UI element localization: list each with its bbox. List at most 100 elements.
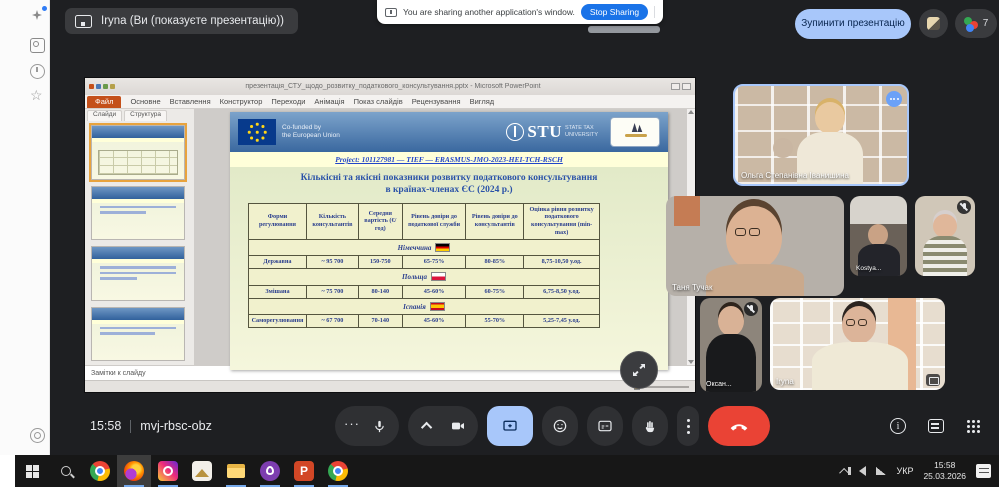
history-icon[interactable]: [30, 64, 45, 79]
stu-acronym: STU: [527, 122, 562, 142]
video-tile-participant[interactable]: [915, 196, 975, 276]
participant-name: Iryna: [776, 377, 794, 386]
taskbar-app-chrome[interactable]: [83, 455, 117, 487]
activities-grid-icon[interactable]: [966, 419, 981, 434]
taskbar-app-powerpoint[interactable]: P: [287, 455, 321, 487]
panel-tab-outline[interactable]: Структура: [124, 110, 167, 121]
ai-sparkle-icon[interactable]: [30, 8, 45, 23]
bookmark-star-icon[interactable]: ☆: [30, 88, 45, 103]
meeting-code: mvj-rbsc-obz: [140, 419, 212, 433]
mic-control-pill[interactable]: ···: [335, 406, 399, 446]
ribbon-tab-insert[interactable]: Вставлення: [170, 97, 211, 106]
camera-icon[interactable]: [443, 418, 473, 434]
slide-table: Форми регулювання Кількість консультанті…: [248, 203, 600, 329]
windows-logo-icon: [26, 465, 39, 478]
ppt-ribbon-tabs: Файл Основне Вставлення Конструктор Пере…: [85, 95, 695, 109]
partner-logo: [610, 117, 660, 147]
chrome-icon: [90, 461, 110, 481]
minimize-button[interactable]: [671, 83, 680, 90]
participants-badge[interactable]: 7: [955, 9, 997, 38]
ribbon-tab-home[interactable]: Основне: [130, 97, 160, 106]
raise-hand-button[interactable]: [632, 406, 668, 446]
chrome-icon: [328, 461, 348, 481]
ribbon-tab-transitions[interactable]: Переходи: [271, 97, 305, 106]
ribbon-tab-file[interactable]: Файл: [87, 96, 121, 108]
screen-share-indicator-icon: [926, 374, 940, 386]
ribbon-tab-slideshow[interactable]: Показ слайдів: [354, 97, 403, 106]
system-tray: УКР 15:58 25.03.2026: [842, 460, 999, 481]
tile-options-button[interactable]: [886, 91, 902, 107]
more-options-button[interactable]: [677, 406, 699, 446]
slide-title: Кількісні та якісні показники розвитку п…: [240, 172, 658, 197]
expand-presentation-button[interactable]: [620, 351, 658, 389]
eu-funding-line2: the European Union: [282, 132, 340, 139]
taskbar-app-instagram[interactable]: [151, 455, 185, 487]
instagram-icon: [158, 461, 178, 481]
video-tile-oksana[interactable]: Оксан...: [700, 298, 762, 392]
slide-thumbnail-selected[interactable]: [91, 125, 185, 180]
participant-body: [812, 342, 908, 390]
file-explorer-icon: [226, 461, 246, 481]
table-row: Змішана~ 75 70080-14045-60%60-75%6,75-8,…: [249, 285, 600, 298]
panel-tab-slides[interactable]: Слайди: [87, 110, 122, 121]
volume-icon[interactable]: [859, 466, 866, 476]
slide-thumbnail[interactable]: [91, 246, 185, 301]
action-center-icon[interactable]: [976, 464, 991, 478]
participant-face: [868, 224, 888, 246]
slide-thumbnail[interactable]: [91, 186, 185, 241]
reactions-button[interactable]: [542, 406, 578, 446]
taskbar-search-button[interactable]: [49, 455, 83, 487]
taskbar-app-viber[interactable]: [253, 455, 287, 487]
zoom-slider[interactable]: [643, 386, 689, 388]
camera-options-chevron-icon[interactable]: [413, 422, 443, 430]
end-call-button[interactable]: [708, 406, 770, 446]
participant-face: [718, 306, 744, 336]
meeting-details-icon[interactable]: i: [890, 418, 906, 434]
notes-placeholder: Замітки к слайду: [91, 370, 146, 377]
screenshot-icon[interactable]: [30, 38, 45, 53]
slide-thumbnail[interactable]: [91, 307, 185, 362]
poland-flag-icon: [431, 272, 446, 281]
slide-thumbnail-panel: Слайди Структура: [85, 109, 195, 365]
close-button[interactable]: [682, 83, 691, 90]
network-icon[interactable]: [876, 467, 886, 475]
video-tile-tanya[interactable]: Таня Тучак: [666, 196, 844, 296]
taskbar-app-chrome-2[interactable]: [321, 455, 355, 487]
mic-muted-icon: [744, 302, 758, 316]
present-now-button-active[interactable]: [487, 406, 533, 446]
ribbon-tab-animations[interactable]: Анімація: [314, 97, 344, 106]
camera-control-pill[interactable]: [408, 406, 478, 446]
stop-sharing-button[interactable]: Stop Sharing: [581, 4, 648, 20]
mic-icon[interactable]: [364, 419, 394, 434]
taskbar-app-photos[interactable]: [185, 455, 219, 487]
present-screen-icon: [75, 15, 92, 28]
stop-presentation-button[interactable]: Зупинити презентацію: [795, 9, 911, 39]
search-icon: [61, 466, 71, 476]
stu-logo: STU STATE TAX UNIVERSITY: [506, 122, 598, 142]
ribbon-tab-view[interactable]: Вигляд: [470, 97, 495, 106]
video-tile-iryna[interactable]: Iryna: [770, 298, 945, 390]
captions-button[interactable]: [587, 406, 623, 446]
participant-name: Оксан...: [706, 381, 732, 388]
backgrounds-effects-button[interactable]: [919, 9, 948, 38]
mic-options-icon[interactable]: ···: [340, 416, 364, 437]
language-indicator[interactable]: УКР: [896, 466, 913, 476]
presenting-label: Iryna (Ви (показуєте презентацію)): [101, 15, 284, 27]
taskbar-app-explorer[interactable]: [219, 455, 253, 487]
powerpoint-icon: P: [294, 461, 314, 481]
video-tile-kostya[interactable]: Kostya...: [850, 196, 907, 276]
settings-gear-icon[interactable]: [30, 428, 45, 443]
mic-muted-icon: [957, 200, 971, 214]
taskbar-clock[interactable]: 15:58 25.03.2026: [923, 460, 966, 481]
spain-flag-icon: [430, 302, 445, 311]
project-strip: Project: 101127981 — TIEF — ERASMUS-JMO-…: [230, 152, 668, 167]
taskbar-app-firefox[interactable]: [117, 455, 151, 487]
ribbon-tab-design[interactable]: Конструктор: [220, 97, 263, 106]
stu-emblem-icon: [506, 123, 524, 141]
ribbon-tab-review[interactable]: Рецензування: [412, 97, 461, 106]
start-button[interactable]: [15, 455, 49, 487]
video-tile-olha[interactable]: Ольга Степанівна Іванишина: [733, 84, 909, 186]
chat-icon[interactable]: [928, 419, 944, 433]
clock-time: 15:58: [934, 460, 955, 470]
table-row: Саморегулювання~ 67 70070-14045-60%55-70…: [249, 315, 600, 328]
